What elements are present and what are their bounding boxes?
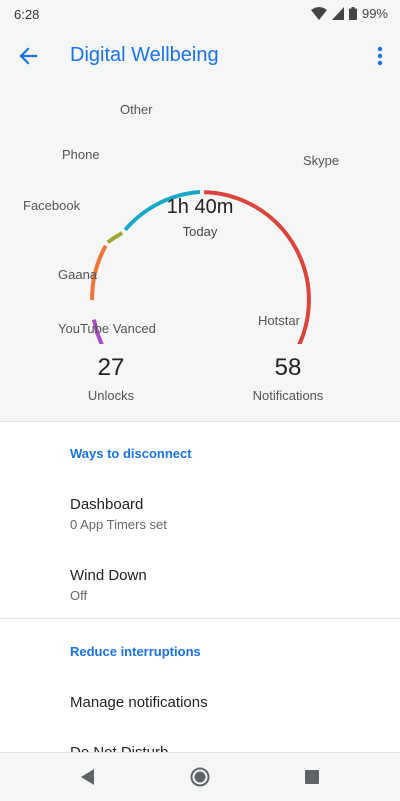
label-gaana[interactable]: Gaana	[58, 267, 97, 282]
battery-percent: 99%	[361, 6, 388, 21]
wind-down-item[interactable]: Wind Down Off	[0, 567, 400, 603]
back-arrow-icon[interactable]	[14, 42, 42, 70]
wifi-icon	[310, 6, 327, 20]
wind-down-subtitle: Off	[70, 588, 88, 603]
app-bar: Digital Wellbeing	[0, 28, 400, 84]
manage-notifications-item[interactable]: Manage notifications	[0, 694, 400, 711]
recents-nav-icon[interactable]	[300, 765, 324, 789]
dashboard-title: Dashboard	[70, 496, 144, 513]
label-phone[interactable]: Phone	[62, 147, 100, 162]
home-nav-icon[interactable]	[188, 765, 212, 789]
notifications-stat[interactable]: 58 Notifications	[213, 354, 363, 403]
notifications-label: Notifications	[252, 388, 324, 403]
unlocks-label: Unlocks	[87, 388, 135, 403]
usage-period: Today	[182, 224, 218, 239]
cellular-signal-icon	[331, 7, 344, 20]
dashboard-subtitle: 0 App Timers set	[70, 517, 167, 532]
status-time: 6:28	[14, 7, 40, 22]
section-header-reduce-interruptions: Reduce interruptions	[70, 644, 201, 659]
unlocks-stat[interactable]: 27 Unlocks	[36, 354, 186, 403]
label-facebook[interactable]: Facebook	[23, 198, 80, 213]
manage-notifications-title: Manage notifications	[70, 694, 208, 711]
slice-phone[interactable]	[106, 231, 124, 244]
page-title: Digital Wellbeing	[70, 44, 219, 66]
status-icons: 99%	[310, 6, 388, 21]
unlocks-count: 27	[97, 354, 125, 381]
label-hotstar[interactable]: Hotstar	[258, 313, 300, 328]
wind-down-title: Wind Down	[70, 567, 147, 584]
status-bar: 6:28 99%	[0, 0, 400, 28]
label-skype[interactable]: Skype	[303, 153, 339, 168]
dashboard-item[interactable]: Dashboard 0 App Timers set	[0, 496, 400, 532]
battery-icon	[348, 7, 357, 20]
back-nav-icon[interactable]	[76, 765, 100, 789]
navigation-bar	[0, 752, 400, 801]
section-divider	[0, 618, 400, 619]
label-youtube-vanced[interactable]: YouTube Vanced	[58, 321, 156, 336]
more-options-icon[interactable]	[372, 42, 388, 70]
total-screen-time: 1h 40m	[166, 196, 234, 218]
usage-overview: Other Skype Hotstar YouTube Vanced Gaana…	[0, 84, 400, 422]
notifications-count: 58	[274, 354, 302, 381]
label-other[interactable]: Other	[120, 102, 153, 117]
section-header-ways-to-disconnect: Ways to disconnect	[70, 446, 192, 461]
